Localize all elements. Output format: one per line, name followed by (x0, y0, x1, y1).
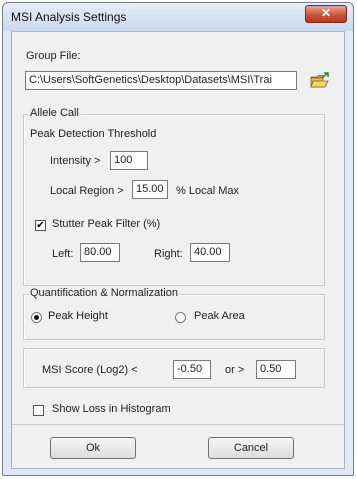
peak-area-radio[interactable] (175, 312, 186, 323)
group-file-path-input[interactable]: C:\Users\SoftGenetics\Desktop\Datasets\M… (25, 71, 297, 90)
msi-score-label: MSI Score (Log2) < (42, 364, 138, 376)
browse-folder-button[interactable] (309, 71, 331, 91)
local-max-label: % Local Max (176, 185, 239, 197)
local-region-label: Local Region > (50, 185, 124, 197)
allele-call-legend: Allele Call (28, 107, 81, 119)
stutter-filter-label: Stutter Peak Filter (%) (52, 218, 161, 230)
ok-button[interactable]: Ok (50, 437, 136, 459)
peak-detection-threshold-label: Peak Detection Threshold (30, 128, 157, 140)
close-icon: ✕ (320, 6, 332, 20)
title-bar[interactable]: MSI Analysis Settings ✕ (3, 3, 353, 31)
right-label: Right: (154, 248, 183, 260)
show-loss-label: Show Loss in Histogram (52, 403, 171, 415)
window-title: MSI Analysis Settings (11, 10, 127, 24)
intensity-label: Intensity > (50, 155, 101, 167)
peak-height-radio[interactable] (31, 312, 42, 323)
close-button[interactable]: ✕ (305, 5, 347, 23)
msi-score-low-input[interactable]: -0.50 (173, 360, 211, 379)
peak-area-label: Peak Area (194, 310, 245, 322)
cancel-button[interactable]: Cancel (208, 437, 294, 459)
intensity-input[interactable]: 100 (110, 151, 148, 170)
footer-divider (12, 424, 344, 425)
quantification-legend: Quantification & Normalization (28, 287, 180, 299)
show-loss-checkbox[interactable] (33, 405, 44, 416)
group-file-label: Group File: (26, 50, 81, 62)
folder-open-icon (310, 72, 329, 88)
stutter-filter-checkbox[interactable]: ✔ (35, 220, 46, 231)
dialog-body: Group File: C:\Users\SoftGenetics\Deskto… (11, 31, 345, 469)
local-region-input[interactable]: 15.00 (132, 180, 168, 199)
left-label: Left: (52, 248, 74, 260)
right-input[interactable]: 40.00 (190, 243, 230, 262)
msi-score-high-input[interactable]: 0.50 (256, 360, 296, 379)
dialog-window: MSI Analysis Settings ✕ Group File: C:\U… (2, 2, 354, 476)
msi-or-label: or > (225, 364, 245, 376)
left-input[interactable]: 80.00 (80, 243, 120, 262)
peak-height-label: Peak Height (48, 310, 108, 322)
